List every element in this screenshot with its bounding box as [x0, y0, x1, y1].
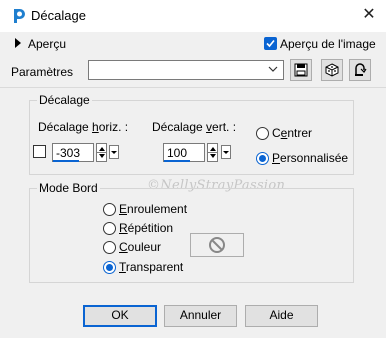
spin-up-icon[interactable] [99, 147, 105, 151]
save-preset-icon [294, 63, 308, 77]
offset-group-title: Décalage [37, 93, 92, 107]
expand-arrow-icon[interactable] [14, 38, 22, 48]
reset-icon [355, 63, 367, 76]
save-preset-button[interactable] [290, 59, 312, 81]
image-preview-checkbox[interactable] [264, 37, 277, 50]
color-radio-label[interactable]: Couleur [119, 240, 161, 254]
image-preview-label[interactable]: Aperçu de l'image [280, 37, 376, 51]
app-icon [14, 9, 25, 23]
link-offsets-checkbox[interactable] [33, 145, 46, 158]
spin-down-icon[interactable] [99, 154, 105, 158]
transparent-radio[interactable] [103, 261, 116, 274]
spin-up-icon[interactable] [210, 147, 216, 151]
ok-button[interactable]: OK [83, 305, 157, 327]
edge-color-swatch[interactable] [190, 233, 244, 257]
horizontal-offset-label: Décalage horiz. : [38, 120, 129, 134]
input-focus-underline [164, 160, 190, 162]
repeat-radio[interactable] [103, 222, 116, 235]
custom-radio[interactable] [256, 152, 269, 165]
close-icon[interactable]: ✕ [360, 6, 378, 24]
help-button[interactable]: Aide [245, 305, 318, 327]
spin-down-icon[interactable] [210, 154, 216, 158]
repeat-radio-label[interactable]: Répétition [119, 221, 173, 235]
randomize-button[interactable] [321, 59, 343, 81]
cancel-button[interactable]: Annuler [164, 305, 237, 327]
chevron-down-icon[interactable] [268, 65, 278, 73]
center-radio[interactable] [256, 127, 269, 140]
preview-toggle-label[interactable]: Aperçu [28, 37, 66, 51]
center-radio-label[interactable]: Centrer [272, 126, 312, 140]
horizontal-offset-stepper[interactable] [96, 143, 107, 162]
edge-mode-group-title: Mode Bord [37, 181, 100, 195]
dropdown-arrow-icon[interactable] [109, 145, 119, 159]
presets-dropdown[interactable] [88, 60, 284, 80]
window-title: Décalage [31, 8, 86, 23]
transparent-radio-label[interactable]: Transparent [119, 260, 183, 274]
dropdown-arrow-icon[interactable] [221, 145, 231, 159]
checkmark-icon [266, 39, 275, 48]
separator [0, 87, 386, 88]
wrap-radio-label[interactable]: Enroulement [119, 202, 187, 216]
custom-radio-label[interactable]: Personnalisée [272, 151, 348, 165]
presets-label: Paramètres [11, 65, 74, 79]
vertical-offset-label: Décalage vert. : [152, 120, 237, 134]
reset-button[interactable] [349, 59, 371, 81]
no-color-icon [209, 237, 225, 253]
input-focus-underline [53, 160, 79, 162]
color-radio[interactable] [103, 241, 116, 254]
vertical-offset-stepper[interactable] [207, 143, 218, 162]
wrap-radio[interactable] [103, 203, 116, 216]
randomize-dice-icon [325, 63, 339, 77]
